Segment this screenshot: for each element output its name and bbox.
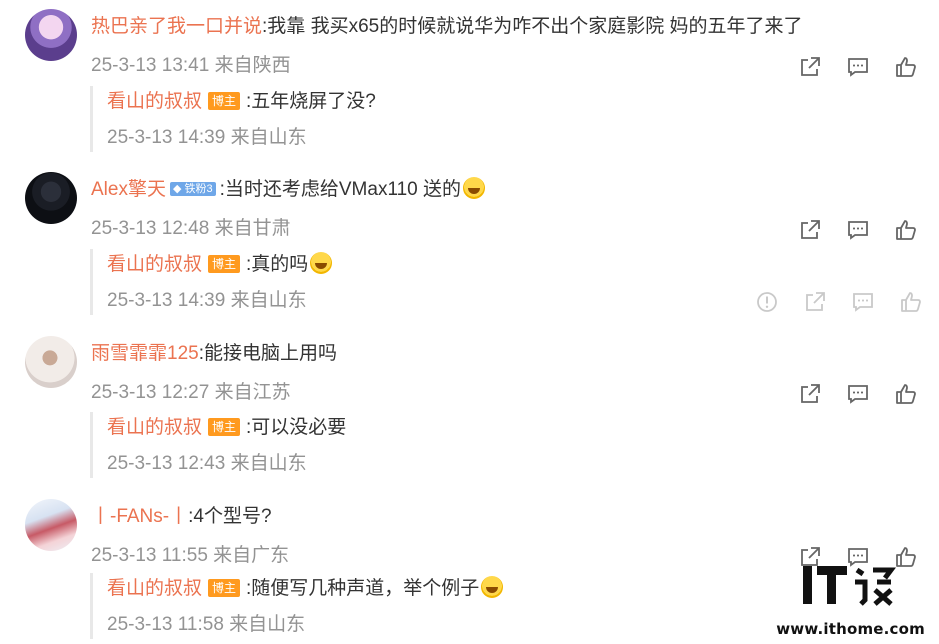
comment-text: :当时还考虑给VMax110 送的 <box>219 179 462 200</box>
reply-body: 看山的叔叔 博主 :真的吗 <box>107 252 333 278</box>
author-badge: 博主 <box>208 418 241 436</box>
avatar[interactable] <box>25 172 77 224</box>
comment-username[interactable]: 丨-FANs-丨 <box>91 506 188 527</box>
reply-username[interactable]: 看山的叔叔 <box>107 578 202 599</box>
reply-actions <box>755 290 923 314</box>
comment-icon[interactable] <box>846 55 870 79</box>
reply-item: 看山的叔叔 博主 :真的吗 25-3-13 14:39 来自山东 <box>90 249 933 315</box>
comment-body: 丨-FANs-丨:4个型号? <box>91 504 272 530</box>
author-badge: 博主 <box>208 92 241 110</box>
share-icon[interactable] <box>798 218 822 242</box>
share-icon[interactable] <box>798 382 822 406</box>
author-badge: 博主 <box>208 255 241 273</box>
reply-meta: 25-3-13 14:39 来自山东 <box>107 290 307 311</box>
reply-username[interactable]: 看山的叔叔 <box>107 254 202 275</box>
avatar[interactable] <box>25 499 77 551</box>
comment-actions <box>798 55 918 79</box>
share-icon[interactable] <box>803 290 827 314</box>
reply-text: :真的吗 <box>246 254 309 275</box>
reply-meta: 25-3-13 12:43 来自山东 <box>107 453 307 474</box>
report-icon[interactable] <box>755 290 779 314</box>
reply-item: 看山的叔叔 博主 :五年烧屏了没? 25-3-13 14:39 来自山东 <box>90 86 933 152</box>
share-icon[interactable] <box>798 55 822 79</box>
reply-item: 看山的叔叔 博主 :可以没必要 25-3-13 12:43 来自山东 <box>90 412 933 478</box>
fan-badge: ◆ 铁粉3 <box>169 182 216 196</box>
comment-icon[interactable] <box>846 218 870 242</box>
comment-body: 热巴亲了我一口并说:我靠 我买x65的时候就说华为咋不出个家庭影院 妈的五年了来… <box>91 14 803 40</box>
reply-body: 看山的叔叔 博主 :五年烧屏了没? <box>107 89 376 115</box>
author-badge: 博主 <box>208 579 241 597</box>
comment-text: :能接电脑上用吗 <box>198 343 337 364</box>
reply-body: 看山的叔叔 博主 :随便写几种声道，举个例子 <box>107 576 504 602</box>
comment-actions <box>798 218 918 242</box>
comment-text: :4个型号? <box>188 506 272 527</box>
reply-meta: 25-3-13 11:58 来自山东 <box>107 614 306 635</box>
reply-meta: 25-3-13 14:39 来自山东 <box>107 127 307 148</box>
comment-username[interactable]: Alex擎天 <box>91 179 166 200</box>
reply-text: :五年烧屏了没? <box>246 91 376 112</box>
comment-meta: 25-3-13 13:41 来自陕西 <box>91 55 291 76</box>
like-icon[interactable] <box>894 55 918 79</box>
comment-username[interactable]: 热巴亲了我一口并说 <box>91 16 262 37</box>
reply-username[interactable]: 看山的叔叔 <box>107 417 202 438</box>
comment-body: Alex擎天 ◆ 铁粉3:当时还考虑给VMax110 送的 <box>91 177 486 203</box>
like-icon[interactable] <box>894 218 918 242</box>
watermark-url: www.ithome.com <box>776 620 925 638</box>
comment-meta: 25-3-13 11:55 来自广东 <box>91 545 290 566</box>
comment-username[interactable]: 雨雪霏霏125 <box>91 343 199 364</box>
laugh-emoji-icon <box>481 576 504 598</box>
avatar[interactable] <box>25 336 77 388</box>
comment-meta: 25-3-13 12:48 来自甘肃 <box>91 218 291 239</box>
reply-body: 看山的叔叔 博主 :可以没必要 <box>107 415 346 441</box>
reply-username[interactable]: 看山的叔叔 <box>107 91 202 112</box>
comment-text: :我靠 我买x65的时候就说华为咋不出个家庭影院 妈的五年了来了 <box>262 16 803 37</box>
comment-meta: 25-3-13 12:27 来自江苏 <box>91 382 291 403</box>
ithome-logo-icon <box>803 566 896 606</box>
avatar[interactable] <box>25 9 77 61</box>
comment-icon[interactable] <box>846 382 870 406</box>
laugh-emoji-icon <box>463 177 486 199</box>
ithome-watermark: www.ithome.com <box>776 560 927 638</box>
reply-text: :可以没必要 <box>246 417 347 438</box>
comment-actions <box>798 382 918 406</box>
laugh-emoji-icon <box>310 252 333 274</box>
like-icon[interactable] <box>894 382 918 406</box>
reply-text: :随便写几种声道，举个例子 <box>246 578 480 599</box>
like-icon[interactable] <box>899 290 923 314</box>
comment-body: 雨雪霏霏125:能接电脑上用吗 <box>91 341 337 367</box>
comment-icon[interactable] <box>851 290 875 314</box>
